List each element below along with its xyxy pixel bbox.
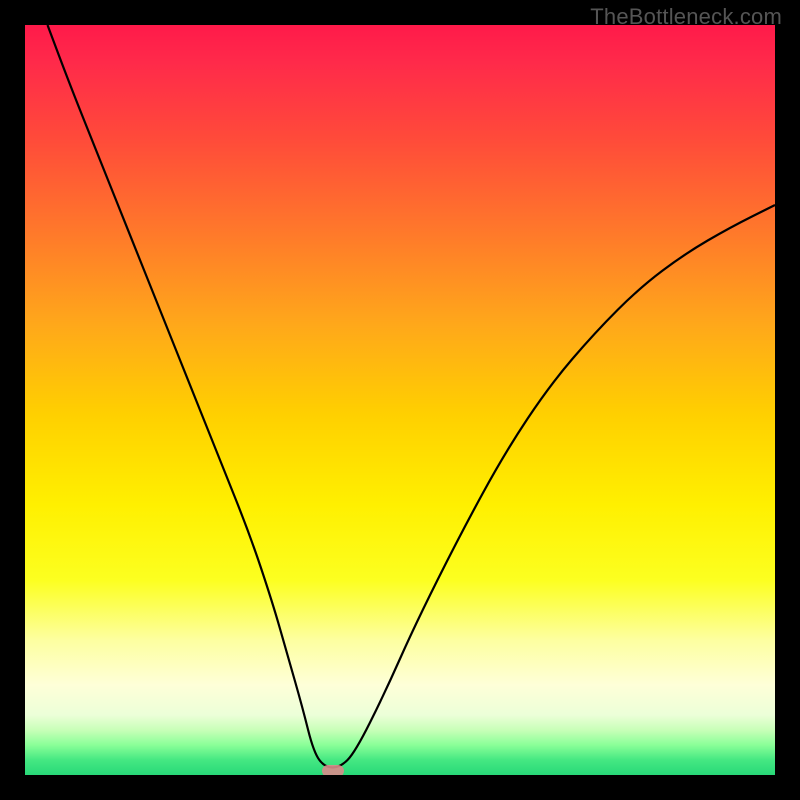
watermark-text: TheBottleneck.com	[590, 4, 782, 30]
minimum-marker	[322, 765, 344, 775]
curve-svg	[25, 25, 775, 775]
bottleneck-curve	[48, 25, 776, 768]
plot-area	[25, 25, 775, 775]
